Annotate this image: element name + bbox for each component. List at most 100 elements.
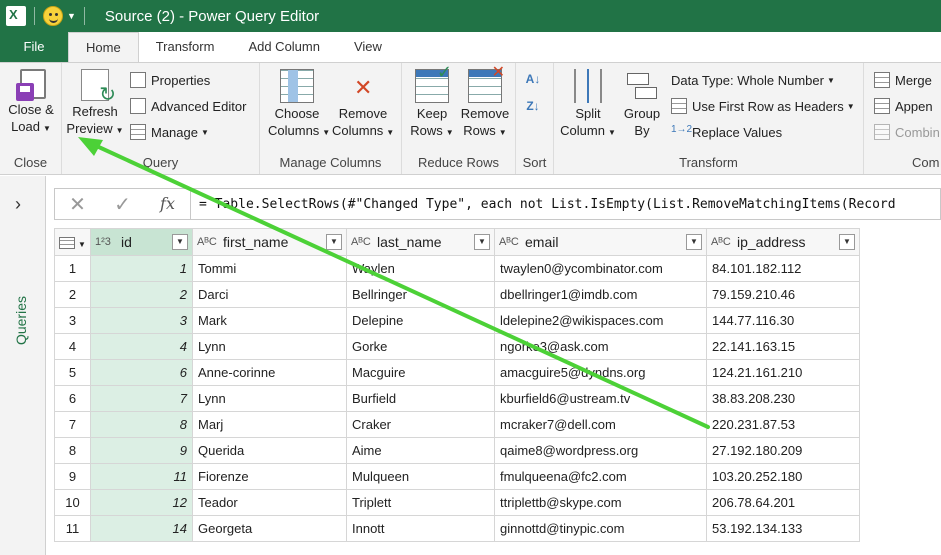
tab-home[interactable]: Home bbox=[68, 32, 139, 62]
cell-ip-address[interactable]: 84.101.182.112 bbox=[706, 255, 860, 282]
cell-ip-address[interactable]: 144.77.116.30 bbox=[706, 307, 860, 334]
feedback-smiley-icon[interactable] bbox=[43, 6, 63, 26]
cell-email[interactable]: qaime8@wordpress.org bbox=[494, 437, 707, 464]
row-number[interactable]: 10 bbox=[54, 489, 91, 516]
cell-email[interactable]: amacguire5@dyndns.org bbox=[494, 359, 707, 386]
table-row[interactable]: 10 12 Teador Triplett ttriplettb@skype.com 20… bbox=[54, 489, 860, 516]
cell-id[interactable]: 1 bbox=[90, 255, 193, 282]
cell-email[interactable]: mcraker7@dell.com bbox=[494, 411, 707, 438]
cell-email[interactable]: kburfield6@ustream.tv bbox=[494, 385, 707, 412]
cell-email[interactable]: fmulqueena@fc2.com bbox=[494, 463, 707, 490]
cell-ip-address[interactable]: 27.192.180.209 bbox=[706, 437, 860, 464]
tab-add-column[interactable]: Add Column bbox=[231, 32, 337, 62]
filter-dropdown-icon[interactable]: ▼ bbox=[839, 234, 855, 250]
table-row[interactable]: 1 1 Tommi Waylen twaylen0@ycombinator.com 84.… bbox=[54, 255, 860, 282]
cell-first-name[interactable]: Georgeta bbox=[192, 515, 347, 542]
text-type-icon[interactable]: AᴮC bbox=[711, 236, 731, 248]
table-row[interactable]: 6 7 Lynn Burfield kburfield6@ustream.tv 38.83… bbox=[54, 385, 860, 412]
cell-id[interactable]: 11 bbox=[90, 463, 193, 490]
cell-id[interactable]: 2 bbox=[90, 281, 193, 308]
remove-rows-button[interactable]: Remove Rows▼ bbox=[458, 64, 512, 141]
table-corner-menu[interactable]: ▼ bbox=[54, 228, 91, 256]
cell-ip-address[interactable]: 22.141.163.15 bbox=[706, 333, 860, 360]
cell-last-name[interactable]: Gorke bbox=[346, 333, 495, 360]
cell-ip-address[interactable]: 124.21.161.210 bbox=[706, 359, 860, 386]
column-header-ip-address[interactable]: AᴮC ip_address ▼ bbox=[706, 228, 860, 256]
commit-formula-icon[interactable]: ✓ bbox=[100, 192, 145, 217]
sort-descending-button[interactable]: Z↓ bbox=[525, 96, 546, 116]
cell-id[interactable]: 6 bbox=[90, 359, 193, 386]
column-header-last-name[interactable]: AᴮC last_name ▼ bbox=[346, 228, 495, 256]
cell-last-name[interactable]: Craker bbox=[346, 411, 495, 438]
table-row[interactable]: 2 2 Darci Bellringer dbellringer1@imdb.com 79… bbox=[54, 281, 860, 308]
row-number[interactable]: 3 bbox=[54, 307, 91, 334]
cell-last-name[interactable]: Delepine bbox=[346, 307, 495, 334]
use-first-row-headers-button[interactable]: Use First Row as Headers ▼ bbox=[671, 96, 855, 116]
cell-last-name[interactable]: Bellringer bbox=[346, 281, 495, 308]
cell-id[interactable]: 3 bbox=[90, 307, 193, 334]
text-type-icon[interactable]: AᴮC bbox=[197, 236, 217, 248]
tab-file[interactable]: File bbox=[0, 32, 68, 62]
table-row[interactable]: 7 8 Marj Craker mcraker7@dell.com 220.231.87.… bbox=[54, 411, 860, 438]
properties-button[interactable]: Properties bbox=[130, 70, 210, 90]
row-number[interactable]: 4 bbox=[54, 333, 91, 360]
combine-files-button[interactable]: Combin bbox=[874, 122, 940, 142]
insert-function-icon[interactable]: fx bbox=[145, 189, 191, 219]
cell-first-name[interactable]: Marj bbox=[192, 411, 347, 438]
row-number[interactable]: 7 bbox=[54, 411, 91, 438]
cell-ip-address[interactable]: 103.20.252.180 bbox=[706, 463, 860, 490]
cell-first-name[interactable]: Anne-corinne bbox=[192, 359, 347, 386]
table-row[interactable]: 5 6 Anne-corinne Macguire amacguire5@dyndns.… bbox=[54, 359, 860, 386]
column-header-email[interactable]: AᴮC email ▼ bbox=[494, 228, 707, 256]
cell-id[interactable]: 7 bbox=[90, 385, 193, 412]
table-row[interactable]: 8 9 Querida Aime qaime8@wordpress.org 27.192.… bbox=[54, 437, 860, 464]
table-row[interactable]: 4 4 Lynn Gorke ngorke3@ask.com 22.141.163.15 bbox=[54, 333, 860, 360]
filter-dropdown-icon[interactable]: ▼ bbox=[326, 234, 342, 250]
cell-first-name[interactable]: Teador bbox=[192, 489, 347, 516]
row-number[interactable]: 6 bbox=[54, 385, 91, 412]
quick-access-dropdown-icon[interactable]: ▼ bbox=[67, 11, 76, 21]
row-number[interactable]: 5 bbox=[54, 359, 91, 386]
cell-email[interactable]: ngorke3@ask.com bbox=[494, 333, 707, 360]
cell-first-name[interactable]: Lynn bbox=[192, 333, 347, 360]
merge-queries-button[interactable]: Merge bbox=[874, 70, 932, 90]
replace-values-button[interactable]: 1→2 Replace Values bbox=[671, 122, 782, 142]
row-number[interactable]: 11 bbox=[54, 515, 91, 542]
cell-id[interactable]: 12 bbox=[90, 489, 193, 516]
table-row[interactable]: 9 11 Fiorenze Mulqueen fmulqueena@fc2.com 103… bbox=[54, 463, 860, 490]
queries-pane-label[interactable]: Queries bbox=[13, 296, 29, 345]
tab-transform[interactable]: Transform bbox=[139, 32, 232, 62]
cell-email[interactable]: ldelepine2@wikispaces.com bbox=[494, 307, 707, 334]
expand-queries-chevron-icon[interactable]: › bbox=[15, 194, 21, 215]
row-number[interactable]: 9 bbox=[54, 463, 91, 490]
cell-id[interactable]: 9 bbox=[90, 437, 193, 464]
formula-input[interactable]: = Table.SelectRows(#"Changed Type", each… bbox=[199, 197, 940, 212]
cell-first-name[interactable]: Fiorenze bbox=[192, 463, 347, 490]
sort-ascending-button[interactable]: A↓ bbox=[525, 69, 546, 89]
text-type-icon[interactable]: AᴮC bbox=[351, 236, 371, 248]
cell-ip-address[interactable]: 38.83.208.230 bbox=[706, 385, 860, 412]
filter-dropdown-icon[interactable]: ▼ bbox=[474, 234, 490, 250]
cell-first-name[interactable]: Querida bbox=[192, 437, 347, 464]
cell-ip-address[interactable]: 220.231.87.53 bbox=[706, 411, 860, 438]
cell-email[interactable]: dbellringer1@imdb.com bbox=[494, 281, 707, 308]
column-header-first-name[interactable]: AᴮC first_name ▼ bbox=[192, 228, 347, 256]
choose-columns-button[interactable]: Choose Columns ▼ bbox=[268, 69, 330, 141]
cell-last-name[interactable]: Burfield bbox=[346, 385, 495, 412]
filter-dropdown-icon[interactable]: ▼ bbox=[172, 234, 188, 250]
close-load-button[interactable]: Close & Load ▼ bbox=[4, 69, 58, 137]
cell-first-name[interactable]: Tommi bbox=[192, 255, 347, 282]
advanced-editor-button[interactable]: Advanced Editor bbox=[130, 96, 246, 116]
cell-ip-address[interactable]: 79.159.210.46 bbox=[706, 281, 860, 308]
cell-id[interactable]: 4 bbox=[90, 333, 193, 360]
tab-view[interactable]: View bbox=[337, 32, 399, 62]
number-type-icon[interactable]: 1²3 bbox=[95, 236, 113, 248]
filter-dropdown-icon[interactable]: ▼ bbox=[686, 234, 702, 250]
cell-id[interactable]: 14 bbox=[90, 515, 193, 542]
cell-email[interactable]: twaylen0@ycombinator.com bbox=[494, 255, 707, 282]
cell-first-name[interactable]: Mark bbox=[192, 307, 347, 334]
refresh-preview-button[interactable]: Refresh Preview▼ bbox=[66, 69, 124, 139]
cell-id[interactable]: 8 bbox=[90, 411, 193, 438]
cell-ip-address[interactable]: 206.78.64.201 bbox=[706, 489, 860, 516]
table-row[interactable]: 3 3 Mark Delepine ldelepine2@wikispaces.com 1… bbox=[54, 307, 860, 334]
